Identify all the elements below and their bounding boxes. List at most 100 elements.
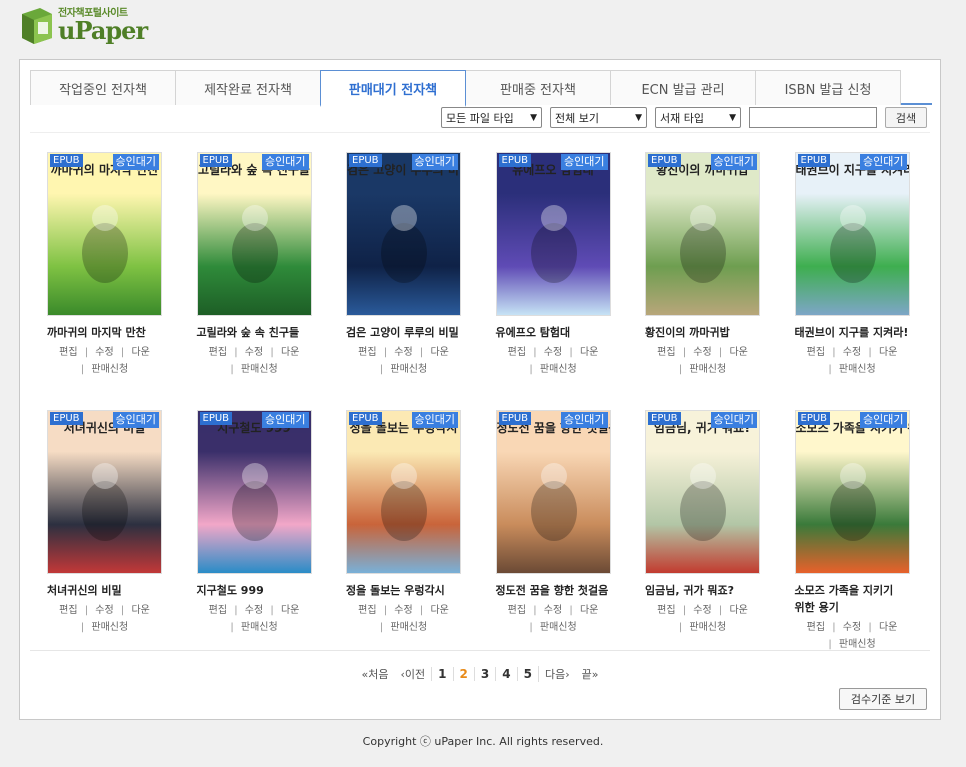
book-title[interactable]: 검은 고양이 루루의 비밀 — [346, 324, 461, 341]
download-link[interactable]: 다운 — [430, 605, 448, 616]
download-link[interactable]: 다운 — [580, 347, 598, 358]
sale-request-link[interactable]: 판매신청 — [241, 622, 278, 633]
modify-link[interactable]: 수정 — [245, 347, 263, 358]
pager-page-5[interactable]: 5 — [516, 667, 538, 681]
edit-link[interactable]: 편집 — [807, 347, 825, 358]
modify-link[interactable]: 수정 — [843, 347, 861, 358]
edit-link[interactable]: 편집 — [59, 347, 77, 358]
book-title[interactable]: 유에프오 탐험대 — [496, 324, 611, 341]
download-link[interactable]: 다운 — [729, 605, 747, 616]
sale-request-link[interactable]: 판매신청 — [540, 622, 577, 633]
sale-request-link[interactable]: 판매신청 — [91, 364, 128, 375]
view-select[interactable]: 전체 보기 ▼ — [550, 107, 647, 128]
modify-link[interactable]: 수정 — [95, 605, 113, 616]
search-input[interactable] — [749, 107, 877, 128]
book-cover[interactable]: 소모즈 가족을 지키기 위한 용기 EPUB 승인대기 — [794, 410, 910, 574]
pager-page-2[interactable]: 2 — [452, 667, 474, 681]
download-link[interactable]: 다운 — [131, 347, 149, 358]
pager-last[interactable]: 끝» — [576, 666, 605, 682]
download-link[interactable]: 다운 — [879, 347, 897, 358]
download-link[interactable]: 다운 — [281, 347, 299, 358]
edit-link[interactable]: 편집 — [508, 605, 526, 616]
book-title[interactable]: 정을 돌보는 우렁각시 — [346, 582, 461, 599]
sale-request-link[interactable]: 판매신청 — [839, 639, 876, 650]
inspection-guide-button[interactable]: 검수기준 보기 — [839, 688, 927, 710]
download-link[interactable]: 다운 — [131, 605, 149, 616]
book-cover[interactable]: 임금님, 귀가 뭐죠? EPUB 승인대기 — [645, 410, 760, 574]
sale-request-link[interactable]: 판매신청 — [241, 364, 278, 375]
modify-link[interactable]: 수정 — [693, 605, 711, 616]
download-link[interactable]: 다운 — [879, 622, 897, 633]
pager-first[interactable]: «처음 — [356, 666, 395, 682]
pager-page-1[interactable]: 1 — [431, 667, 452, 681]
edit-link[interactable]: 편집 — [59, 605, 77, 616]
book-cover[interactable]: 유에프오 탐험대 EPUB 승인대기 — [495, 152, 611, 316]
edit-link[interactable]: 편집 — [508, 347, 526, 358]
tab-isbn[interactable]: ISBN 발급 신청 — [755, 70, 901, 105]
book-cover[interactable]: 고릴라와 숲 속 친구들 EPUB 승인대기 — [196, 152, 312, 316]
book-title[interactable]: 소모즈 가족을 지키기 위한 용기 — [795, 582, 910, 616]
modify-link[interactable]: 수정 — [544, 347, 562, 358]
sale-request-link[interactable]: 판매신청 — [390, 622, 427, 633]
modify-link[interactable]: 수정 — [95, 347, 113, 358]
edit-link[interactable]: 편집 — [657, 347, 675, 358]
sale-request-link[interactable]: 판매신청 — [540, 364, 577, 375]
tab-ecn[interactable]: ECN 발급 관리 — [610, 70, 756, 105]
tab-pending-sale[interactable]: 판매대기 전자책 — [320, 70, 466, 107]
book-title[interactable]: 처녀귀신의 비밀 — [47, 582, 162, 599]
separator: | — [533, 605, 537, 616]
modify-link[interactable]: 수정 — [544, 605, 562, 616]
separator: | — [270, 347, 274, 358]
edit-link[interactable]: 편집 — [209, 605, 227, 616]
edit-link[interactable]: 편집 — [358, 347, 376, 358]
file-type-select[interactable]: 모든 파일 타입 ▼ — [441, 107, 542, 128]
tab-in-progress[interactable]: 작업중인 전자책 — [30, 70, 176, 105]
tab-completed[interactable]: 제작완료 전자책 — [175, 70, 321, 105]
sale-request-link[interactable]: 판매신청 — [91, 622, 128, 633]
book-title[interactable]: 까마귀의 마지막 만찬 — [47, 324, 162, 341]
edit-link[interactable]: 편집 — [358, 605, 376, 616]
book-title[interactable]: 고릴라와 숲 속 친구들 — [197, 324, 312, 341]
modify-link[interactable]: 수정 — [843, 622, 861, 633]
separator: | — [234, 347, 238, 358]
modify-link[interactable]: 수정 — [245, 605, 263, 616]
divider — [30, 132, 930, 133]
sale-request-link[interactable]: 판매신청 — [839, 364, 876, 375]
shelf-type-select[interactable]: 서재 타입 ▼ — [655, 107, 741, 128]
book-cover[interactable]: 검은 고양이 루루의 비밀 EPUB 승인대기 — [346, 152, 461, 316]
pager-next[interactable]: 다음› — [537, 666, 576, 682]
pager-page-3[interactable]: 3 — [473, 667, 495, 681]
modify-link[interactable]: 수정 — [394, 347, 412, 358]
book-title[interactable]: 정도전 꿈을 향한 첫걸음 — [496, 582, 611, 599]
search-button[interactable]: 검색 — [885, 107, 927, 128]
book-cover[interactable]: 태권브이 지구를 지켜라! EPUB 승인대기 — [794, 152, 910, 316]
book-cover[interactable]: 황진이의 까마귀밥 EPUB 승인대기 — [645, 152, 760, 316]
pager-prev[interactable]: ‹이전 — [395, 666, 432, 682]
edit-link[interactable]: 편집 — [209, 347, 227, 358]
download-link[interactable]: 다운 — [281, 605, 299, 616]
edit-link[interactable]: 편집 — [657, 605, 675, 616]
pager-page-4[interactable]: 4 — [495, 667, 516, 681]
modify-link[interactable]: 수정 — [693, 347, 711, 358]
modify-link[interactable]: 수정 — [394, 605, 412, 616]
book-actions: 편집 | 수정 | 다운 | 판매신청 — [645, 344, 760, 378]
sale-request-link[interactable]: 판매신청 — [689, 622, 726, 633]
tab-on-sale[interactable]: 판매중 전자책 — [465, 70, 611, 105]
book-title[interactable]: 임금님, 귀가 뭐죠? — [645, 582, 760, 599]
sale-request-link[interactable]: 판매신청 — [689, 364, 726, 375]
book-title[interactable]: 지구철도 999 — [197, 582, 312, 599]
book-cover[interactable]: 지구철도 999 EPUB 승인대기 — [196, 410, 312, 574]
book-cover[interactable]: 정을 돌보는 우렁각시 EPUB 승인대기 — [346, 410, 461, 574]
site-logo[interactable]: 전자책포털사이트 uPaper — [20, 6, 148, 46]
edit-link[interactable]: 편집 — [807, 622, 825, 633]
book-cover[interactable]: 처녀귀신의 비밀 EPUB 승인대기 — [47, 410, 162, 574]
book-title[interactable]: 태권브이 지구를 지켜라! — [795, 324, 910, 341]
book-cover[interactable]: 정도전 꿈을 향한 첫걸음 EPUB 승인대기 — [495, 410, 611, 574]
download-link[interactable]: 다운 — [430, 347, 448, 358]
download-link[interactable]: 다운 — [729, 347, 747, 358]
download-link[interactable]: 다운 — [580, 605, 598, 616]
sale-request-link[interactable]: 판매신청 — [390, 364, 427, 375]
book-title[interactable]: 황진이의 까마귀밥 — [645, 324, 760, 341]
book-cover[interactable]: 까마귀의 마지막 만찬 EPUB 승인대기 — [47, 152, 162, 316]
separator: | — [682, 605, 687, 616]
